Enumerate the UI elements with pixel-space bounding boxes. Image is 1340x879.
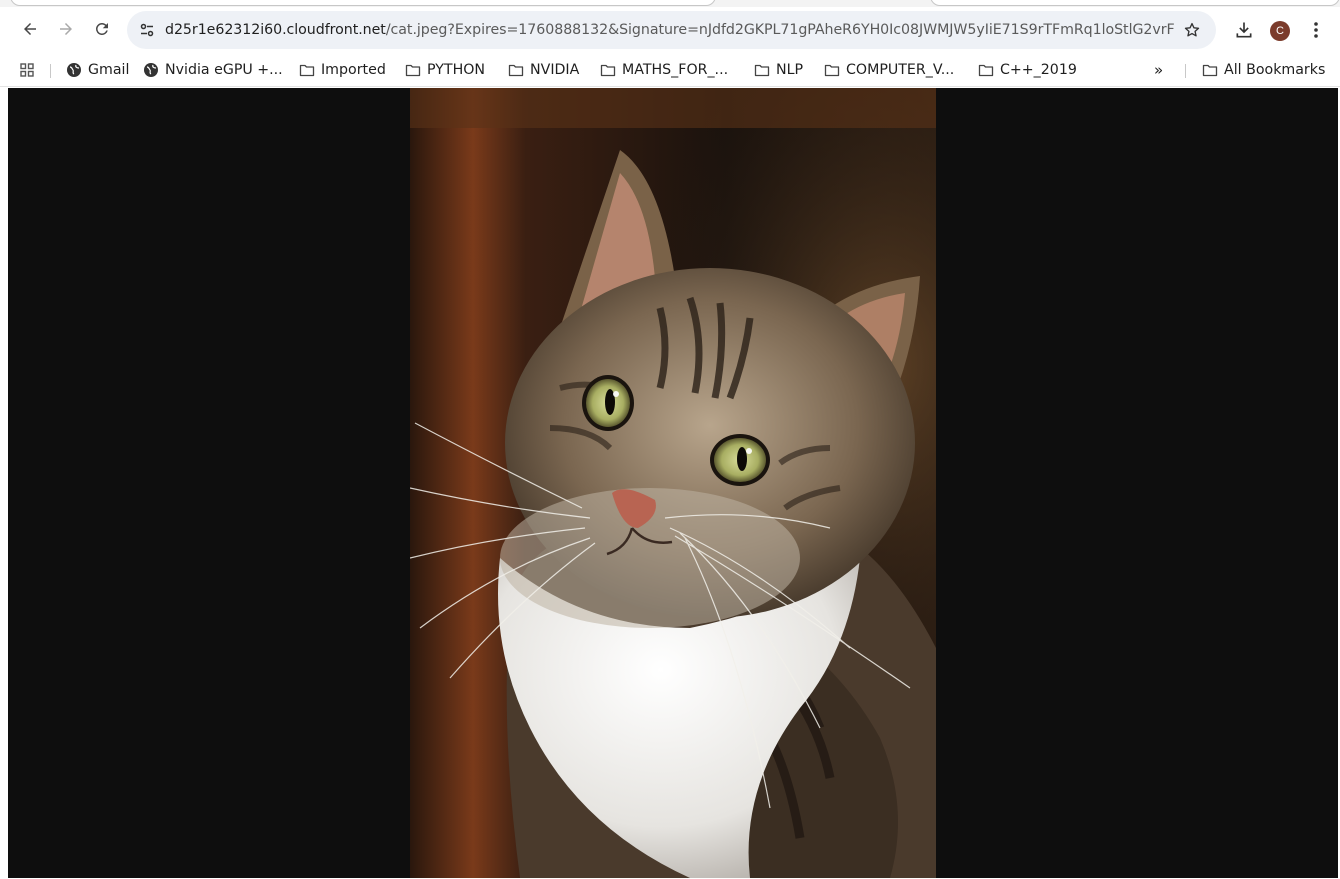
apps-grid-icon xyxy=(20,63,34,77)
globe-icon xyxy=(67,63,81,77)
reload-button[interactable] xyxy=(88,15,116,43)
browser-toolbar: d25r1e62312i60.cloudfront.net/cat.jpeg?E… xyxy=(0,7,1340,53)
back-button[interactable] xyxy=(16,15,44,43)
folder-icon xyxy=(508,64,524,77)
folder-icon xyxy=(754,64,770,77)
globe-icon xyxy=(144,63,158,77)
tab[interactable] xyxy=(930,0,1340,6)
menu-button[interactable] xyxy=(1304,16,1328,44)
site-info-button[interactable] xyxy=(129,11,165,49)
viewer-left-edge xyxy=(0,88,8,879)
bookmarks-bar: Gmail Nvidia eGPU +... Imported PYTHON N… xyxy=(0,53,1340,87)
bookmark-star-button[interactable] xyxy=(1178,16,1206,44)
apps-button[interactable] xyxy=(19,58,35,82)
bookmark-folder-imported[interactable]: Imported xyxy=(299,58,386,82)
url-path: /cat.jpeg?Expires=1760888132&Signature=n… xyxy=(385,22,1175,38)
profile-avatar[interactable]: C xyxy=(1270,21,1290,41)
folder-icon xyxy=(824,64,840,77)
bookmark-folder-nlp[interactable]: NLP xyxy=(754,58,803,82)
folder-icon xyxy=(978,64,994,77)
bookmarks-separator xyxy=(50,64,51,78)
folder-icon xyxy=(1202,64,1218,77)
bookmark-label: COMPUTER_V... xyxy=(846,62,955,78)
cat-photo[interactable] xyxy=(410,88,936,878)
bookmarks-overflow-button[interactable]: » xyxy=(1154,58,1163,82)
bookmark-folder-nvidia[interactable]: NVIDIA xyxy=(508,58,579,82)
more-vert-icon xyxy=(1314,22,1318,38)
bookmark-folder-maths[interactable]: MATHS_FOR_... xyxy=(600,58,728,82)
bookmark-label: Gmail xyxy=(88,62,130,78)
address-bar[interactable]: d25r1e62312i60.cloudfront.net/cat.jpeg?E… xyxy=(127,11,1216,49)
url-host: d25r1e62312i60.cloudfront.net xyxy=(165,22,386,38)
arrow-left-icon xyxy=(24,23,36,35)
bookmark-folder-python[interactable]: PYTHON xyxy=(405,58,485,82)
all-bookmarks-button[interactable]: All Bookmarks xyxy=(1202,58,1325,82)
bookmark-label: NLP xyxy=(776,62,804,78)
downloads-button[interactable] xyxy=(1231,16,1257,44)
arrow-right-icon xyxy=(60,23,72,35)
bookmark-label: Nvidia eGPU +... xyxy=(165,62,283,78)
all-bookmarks-label: All Bookmarks xyxy=(1224,62,1326,78)
bookmark-folder-computer-vision[interactable]: COMPUTER_V... xyxy=(824,58,954,82)
url-text[interactable]: d25r1e62312i60.cloudfront.net/cat.jpeg?E… xyxy=(165,22,1175,38)
bookmark-label: Imported xyxy=(321,62,386,78)
star-icon xyxy=(1184,22,1200,37)
bookmark-gmail[interactable]: Gmail xyxy=(66,58,129,82)
folder-icon xyxy=(600,64,616,77)
tab-strip xyxy=(0,0,1340,7)
reload-icon xyxy=(95,22,108,35)
bookmark-folder-cpp[interactable]: C++_2019 xyxy=(978,58,1077,82)
bookmark-label: PYTHON xyxy=(427,62,486,78)
tune-icon xyxy=(140,23,154,37)
tab[interactable] xyxy=(10,0,716,6)
download-icon xyxy=(1236,22,1252,38)
bookmark-label: MATHS_FOR_... xyxy=(622,62,729,78)
bookmark-label: C++_2019 xyxy=(1000,62,1077,78)
bookmark-nvidia-egpu[interactable]: Nvidia eGPU +... xyxy=(143,58,283,82)
image-viewer xyxy=(8,88,1338,878)
folder-icon xyxy=(405,64,421,77)
forward-button[interactable] xyxy=(52,15,80,43)
bookmark-label: NVIDIA xyxy=(530,62,580,78)
bookmarks-separator xyxy=(1185,64,1186,78)
cat-photo-illustration xyxy=(410,88,936,878)
folder-icon xyxy=(299,64,315,77)
